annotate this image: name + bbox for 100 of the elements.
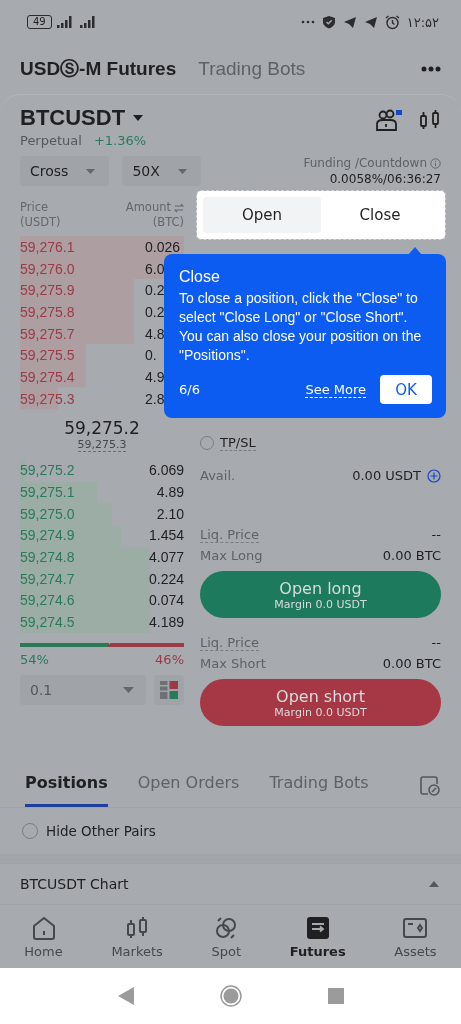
ask-amount: 4.8 — [145, 325, 165, 342]
header-tab[interactable]: USDⓈ-M Futures — [20, 56, 177, 82]
margin-mode-select[interactable]: Cross — [20, 156, 110, 186]
more-icon[interactable] — [421, 66, 441, 72]
signal-icon — [56, 16, 75, 28]
battery-icon: 49 — [27, 15, 52, 29]
bid-price: 59,275.2 — [20, 462, 75, 479]
liq-price-value: -- — [431, 635, 441, 650]
open-long-button[interactable]: Open long Margin 0.0 USDT — [200, 571, 441, 618]
bid-amount: 6.069 — [148, 462, 184, 479]
nav-item[interactable]: Markets — [111, 914, 163, 959]
bid-amount: 0.074 — [148, 592, 184, 609]
ask-amount: 0.026 — [145, 238, 181, 255]
send-icon — [342, 15, 357, 29]
ask-price: 59,275.9 — [20, 282, 75, 299]
positions-tab[interactable]: Positions — [25, 773, 108, 807]
column-header: (BTC) — [152, 215, 184, 230]
chart-section-title[interactable]: BTCUSDT Chart — [20, 876, 129, 892]
bid-price: 59,274.8 — [20, 549, 75, 566]
step-counter: 6/6 — [179, 382, 201, 397]
last-price: 59,275.2 — [64, 417, 140, 438]
alarm-icon — [384, 14, 400, 30]
liq-price-label: Liq. Price — [200, 634, 260, 651]
precision-select[interactable]: 0.1 — [20, 675, 146, 705]
bid-price: 59,274.6 — [20, 592, 75, 609]
ask-price: 59,276.1 — [20, 238, 75, 255]
bid-price: 59,274.7 — [20, 570, 75, 587]
futures-icon — [304, 914, 331, 941]
ask-price: 59,275.8 — [20, 303, 75, 320]
open-short-button[interactable]: Open short Margin 0.0 USDT — [200, 679, 441, 726]
caret-icon[interactable] — [429, 881, 439, 887]
bid-price: 59,275.1 — [20, 484, 75, 501]
symbol-selector[interactable]: BTCUSDT — [20, 105, 126, 131]
see-more-link[interactable]: See More — [305, 381, 366, 398]
caret-icon[interactable] — [133, 115, 144, 121]
caret-icon — [86, 168, 96, 174]
swap-icon[interactable] — [174, 202, 184, 213]
candlestick-icon[interactable] — [419, 109, 441, 131]
bid-price: 59,275.0 — [20, 505, 75, 522]
liq-price-label: Liq. Price — [200, 526, 260, 543]
tpsl-label: TP/SL — [220, 435, 256, 451]
ask-amount: 4.9 — [145, 368, 165, 385]
caret-icon — [123, 687, 134, 693]
ask-amount: 0.2 — [145, 303, 165, 320]
send-icon — [363, 15, 378, 29]
bid-amount: 4.189 — [148, 614, 184, 631]
column-header: Price — [20, 200, 50, 215]
bid-amount: 4.89 — [156, 484, 184, 501]
mark-price: 59,275.3 — [77, 437, 127, 452]
info-icon[interactable] — [430, 157, 441, 169]
contract-type: Perpetual — [20, 133, 82, 148]
bid-amount: 1.454 — [148, 527, 184, 544]
tooltip-title: Close — [179, 268, 221, 286]
ask-price: 59,275.5 — [20, 347, 75, 364]
clock-time: ۱۲:۵۲ — [406, 14, 439, 30]
avail-label: Avail. — [200, 468, 236, 483]
nav-item[interactable]: Futures — [289, 914, 346, 959]
home-icon[interactable] — [219, 985, 242, 1007]
bid-price: 59,274.5 — [20, 614, 75, 631]
bid-amount: 0.224 — [148, 570, 184, 587]
nav-item[interactable]: Home — [24, 914, 63, 959]
nav-item[interactable]: Assets — [394, 914, 437, 959]
funding-label: Funding /Countdown — [303, 156, 427, 170]
layout-button[interactable] — [154, 675, 184, 705]
avail-value: 0.00 USDT — [352, 468, 421, 483]
signal-icon — [79, 16, 98, 28]
max-size-value: 0.00 BTC — [382, 656, 441, 671]
ok-button[interactable]: OK — [380, 375, 432, 404]
ask-price: 59,276.0 — [20, 260, 75, 277]
ask-amount: 0. — [145, 347, 157, 364]
nav-item[interactable]: Spot — [211, 914, 242, 959]
layout-icon — [160, 681, 178, 699]
leverage-select[interactable]: 50X — [122, 156, 201, 186]
bid-amount: 2.10 — [156, 505, 184, 522]
history-icon[interactable] — [419, 775, 441, 797]
funding-value: 0.0058%/06:36:27 — [329, 172, 441, 186]
ask-price: 59,275.7 — [20, 325, 75, 342]
liq-price-value: -- — [431, 527, 441, 542]
price-change: +1.36% — [93, 133, 147, 148]
ask-amount: 0.2 — [145, 282, 165, 299]
shield-icon — [321, 15, 336, 29]
ask-price: 59,275.4 — [20, 368, 75, 385]
max-size-label: Max Short — [200, 656, 266, 671]
buy-percent: 54% — [20, 652, 49, 667]
recents-icon[interactable] — [327, 988, 344, 1004]
sell-percent: 46% — [155, 652, 184, 667]
column-header: Amount — [125, 200, 171, 215]
bid-amount: 4.077 — [148, 549, 184, 566]
ask-amount: 6.0 — [145, 260, 165, 277]
back-icon[interactable] — [117, 987, 134, 1005]
max-size-label: Max Long — [200, 548, 263, 563]
order-mode-tab[interactable]: Open — [203, 197, 321, 233]
tooltip-text: To close a position, click the "Close" to select "Close Long" or "Close Short". You can also close your position on the "Positions". — [179, 289, 423, 365]
group-icon[interactable] — [375, 109, 403, 131]
home-icon — [30, 914, 57, 941]
add-icon[interactable] — [427, 468, 441, 483]
hide-pairs-label: Hide Other Pairs — [46, 823, 156, 839]
more-icon — [300, 20, 315, 24]
ask-price: 59,275.3 — [20, 390, 75, 407]
column-header: (USDT) — [20, 215, 61, 230]
